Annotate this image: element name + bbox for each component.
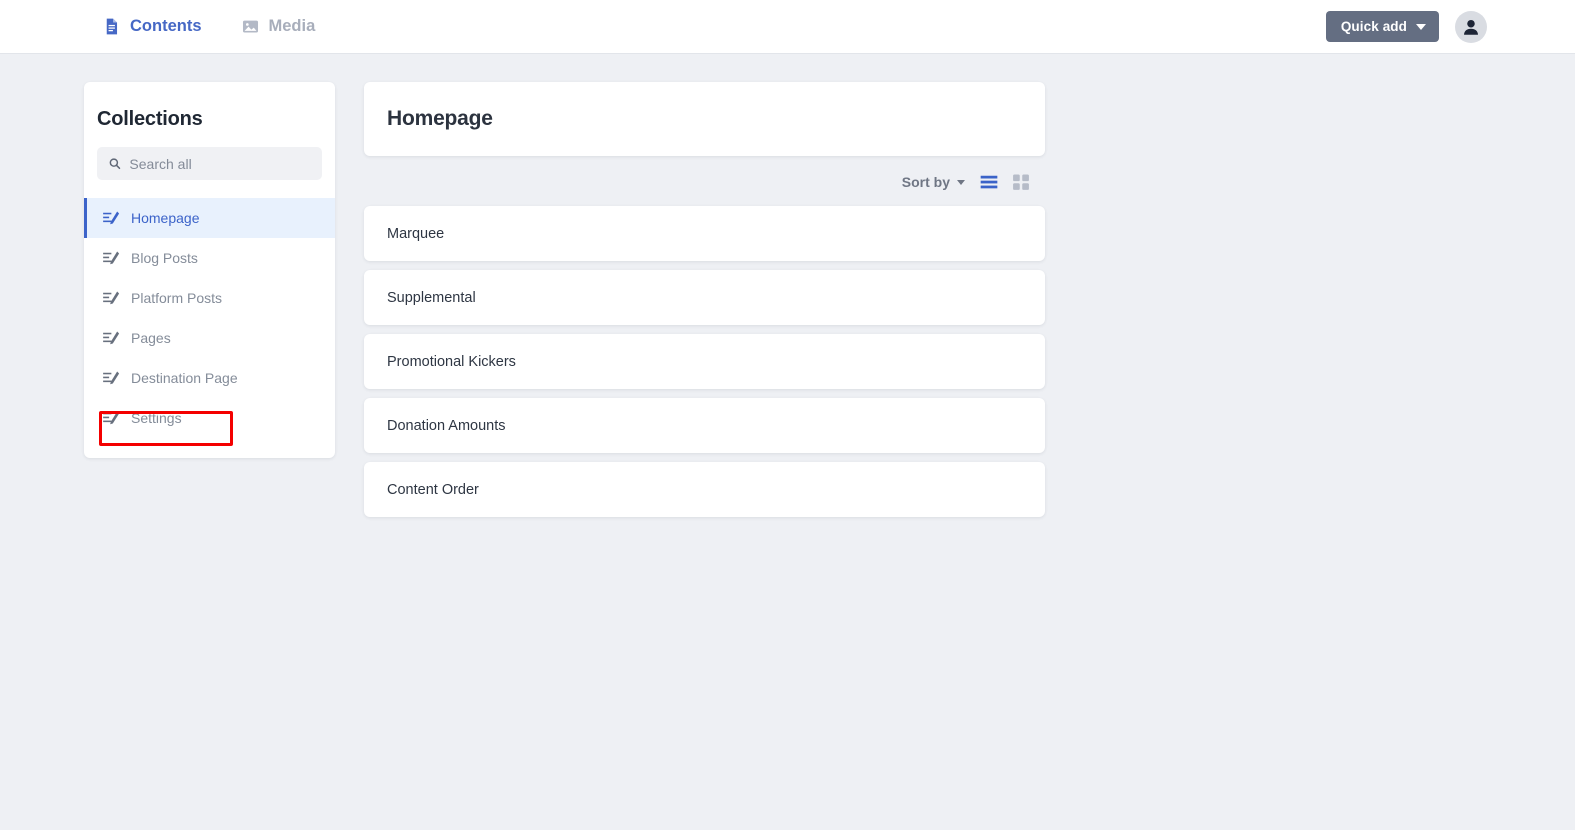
top-nav-items: Contents Media [100, 13, 317, 40]
content-toolbar: Sort by [364, 158, 1045, 206]
post-edit-icon [103, 371, 120, 385]
collections-list: Homepage Blog Posts Platform Posts Pages… [84, 198, 335, 438]
document-icon [102, 17, 121, 36]
content-card[interactable]: Promotional Kickers [364, 334, 1045, 389]
view-toggle-group [979, 172, 1031, 192]
content-card[interactable]: Content Order [364, 462, 1045, 517]
content-card[interactable]: Supplemental [364, 270, 1045, 325]
nav-tab-contents-label: Contents [130, 17, 202, 35]
content-card-label: Content Order [387, 481, 479, 498]
post-edit-icon [103, 331, 120, 345]
chevron-down-icon [1416, 23, 1426, 30]
sort-by-dropdown[interactable]: Sort by [902, 174, 965, 190]
content-card[interactable]: Marquee [364, 206, 1045, 261]
sidebar-item-homepage[interactable]: Homepage [84, 198, 335, 238]
post-edit-icon [103, 211, 120, 225]
nav-tab-media-label: Media [268, 17, 316, 35]
sidebar-item-label: Platform Posts [131, 290, 223, 306]
sidebar-item-label: Pages [131, 330, 171, 346]
content-card-label: Promotional Kickers [387, 353, 516, 370]
sidebar-item-settings[interactable]: Settings [84, 398, 335, 438]
list-view-icon [980, 175, 998, 189]
sidebar-item-label: Homepage [131, 210, 200, 226]
image-icon [241, 17, 260, 36]
content-card-label: Donation Amounts [387, 417, 506, 434]
content-card[interactable]: Donation Amounts [364, 398, 1045, 453]
content-card-list: Marquee Supplemental Promotional Kickers… [364, 206, 1045, 517]
quick-add-label: Quick add [1340, 19, 1407, 34]
sidebar-item-label: Blog Posts [131, 250, 198, 266]
post-edit-icon [103, 291, 120, 305]
page-header-card: Homepage [364, 82, 1045, 156]
sort-by-label: Sort by [901, 174, 950, 190]
chevron-down-icon [957, 179, 965, 185]
post-edit-icon [103, 411, 120, 425]
collections-sidebar: Collections Homepage [84, 82, 335, 458]
main-content: Homepage Sort by Marquee Supplemental Pr… [364, 82, 1045, 517]
page-title: Homepage [387, 107, 493, 130]
content-card-label: Marquee [387, 225, 445, 242]
grid-view-icon [1013, 174, 1029, 190]
top-bar-actions: Quick add [1325, 10, 1487, 43]
nav-tab-contents[interactable]: Contents [100, 13, 204, 40]
search-field-wrapper[interactable] [97, 147, 322, 180]
avatar[interactable] [1455, 10, 1487, 43]
search-icon [109, 158, 121, 170]
sidebar-item-destination-page[interactable]: Destination Page [84, 358, 335, 398]
sidebar-title: Collections [97, 108, 203, 130]
top-navigation-bar: Contents Media Quick add [0, 0, 1575, 54]
quick-add-button[interactable]: Quick add [1325, 11, 1439, 42]
post-edit-icon [103, 251, 120, 265]
content-card-label: Supplemental [387, 289, 476, 306]
grid-view-button[interactable] [1011, 172, 1031, 192]
sidebar-item-pages[interactable]: Pages [84, 318, 335, 358]
sidebar-item-label: Settings [131, 410, 182, 426]
sidebar-item-platform-posts[interactable]: Platform Posts [84, 278, 335, 318]
sidebar-item-label: Destination Page [131, 370, 238, 386]
user-avatar-icon [1464, 19, 1478, 35]
sidebar-item-blog-posts[interactable]: Blog Posts [84, 238, 335, 278]
page-body: Collections Homepage [0, 54, 1575, 517]
nav-tab-media[interactable]: Media [239, 13, 318, 40]
list-view-button[interactable] [979, 172, 999, 192]
search-input[interactable] [129, 155, 311, 172]
